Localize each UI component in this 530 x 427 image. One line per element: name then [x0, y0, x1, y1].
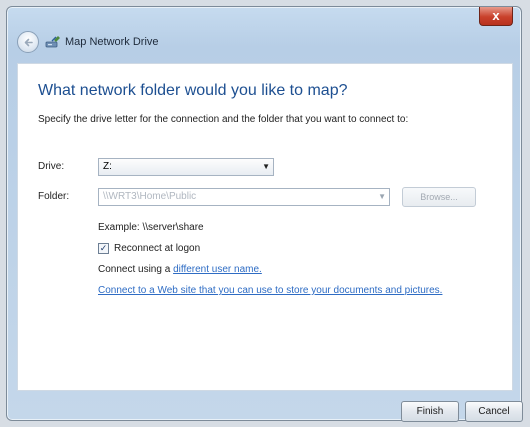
folder-input[interactable]: \\WRT3\Home\Public ▼: [98, 188, 390, 206]
close-icon: x: [492, 8, 500, 23]
window-title: Map Network Drive: [65, 36, 159, 48]
network-drive-icon: [45, 36, 60, 48]
connect-using-prefix: Connect using a: [98, 264, 174, 275]
back-arrow-icon: [24, 38, 33, 47]
instruction-text: Specify the drive letter for the connect…: [38, 114, 409, 125]
chevron-down-icon: ▼: [378, 192, 386, 201]
reconnect-label: Reconnect at logon: [114, 243, 201, 254]
example-text: Example: \\server\share: [98, 222, 204, 233]
connect-using-text: Connect using a different user name.: [98, 264, 262, 275]
finish-button[interactable]: Finish: [401, 401, 459, 422]
map-network-drive-dialog: x Map Network Drive What network folder …: [6, 6, 523, 422]
back-button[interactable]: [17, 31, 39, 53]
different-user-link[interactable]: different user name.: [173, 264, 262, 275]
reconnect-checkbox[interactable]: ✓: [98, 243, 109, 254]
close-button[interactable]: x: [479, 7, 513, 26]
title-bar: Map Network Drive: [17, 31, 497, 57]
drive-label: Drive:: [38, 161, 65, 172]
page-title: What network folder would you like to ma…: [38, 82, 348, 99]
folder-label: Folder:: [38, 191, 70, 202]
chevron-down-icon: ▼: [262, 162, 270, 171]
web-site-link[interactable]: Connect to a Web site that you can use t…: [98, 285, 442, 296]
cancel-button[interactable]: Cancel: [465, 401, 523, 422]
browse-button[interactable]: Browse...: [402, 187, 476, 207]
drive-value: Z:: [103, 161, 112, 172]
wizard-content: What network folder would you like to ma…: [17, 63, 513, 391]
drive-select[interactable]: Z: ▼: [98, 158, 274, 176]
folder-value: \\WRT3\Home\Public: [103, 191, 197, 202]
checkmark-icon: ✓: [99, 243, 108, 253]
